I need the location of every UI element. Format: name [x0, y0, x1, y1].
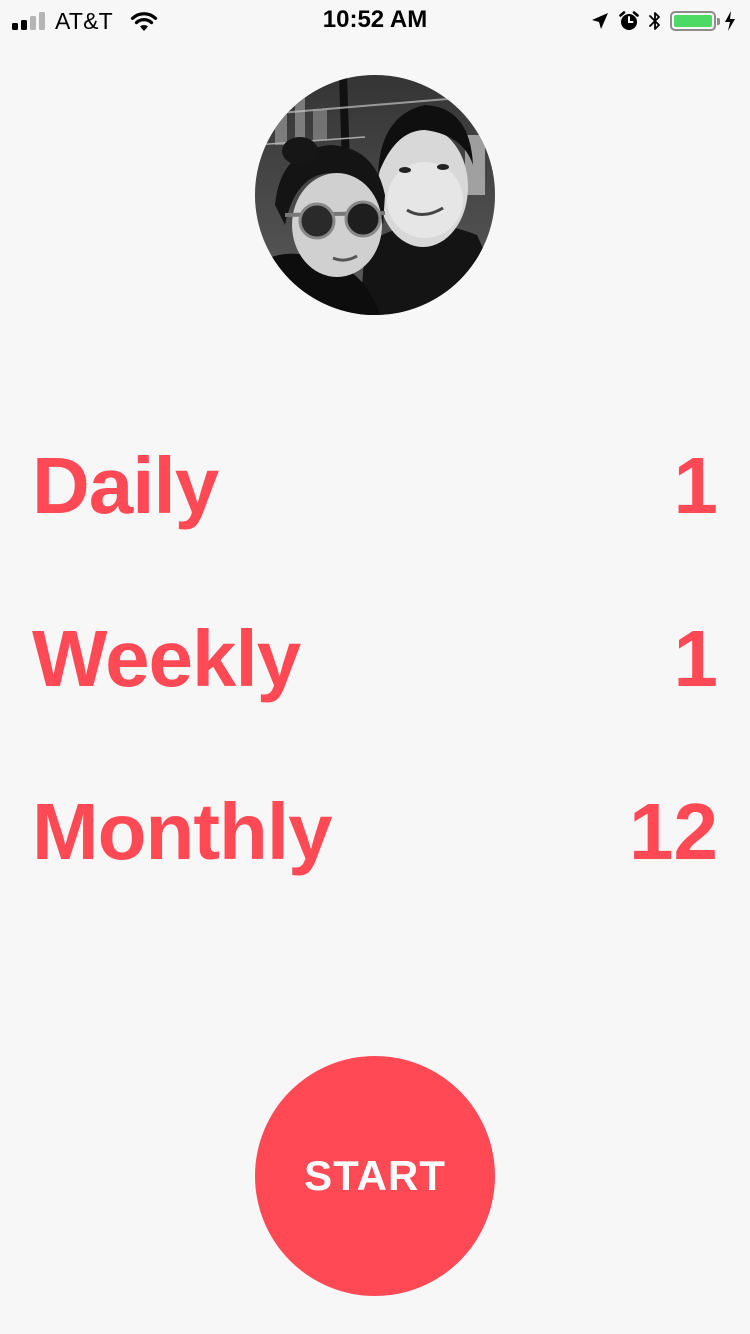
- profile-photo-icon: [255, 75, 495, 315]
- stats-list: Daily 1 Weekly 1 Monthly 12: [32, 436, 718, 955]
- alarm-icon: [619, 11, 639, 30]
- start-button[interactable]: START: [255, 1056, 495, 1296]
- charging-bolt-icon: [725, 11, 735, 31]
- stat-row-weekly: Weekly 1: [32, 609, 718, 709]
- battery-tip: [717, 18, 720, 25]
- bluetooth-icon: [649, 12, 660, 30]
- stat-label: Daily: [32, 441, 219, 530]
- battery-level: [674, 15, 712, 27]
- status-bar: AT&T 10:52 AM: [0, 0, 750, 40]
- stat-row-daily: Daily 1: [32, 436, 718, 536]
- profile-avatar: [255, 75, 495, 315]
- stat-label: Weekly: [32, 614, 301, 703]
- stat-label: Monthly: [32, 787, 333, 876]
- stat-row-monthly: Monthly 12: [32, 782, 718, 882]
- location-arrow-icon: [592, 13, 608, 29]
- battery-icon: [670, 11, 720, 31]
- stat-value: 1: [673, 614, 719, 703]
- stat-value: 12: [629, 787, 718, 876]
- stat-value: 1: [673, 441, 719, 530]
- status-bar-right: [590, 6, 736, 36]
